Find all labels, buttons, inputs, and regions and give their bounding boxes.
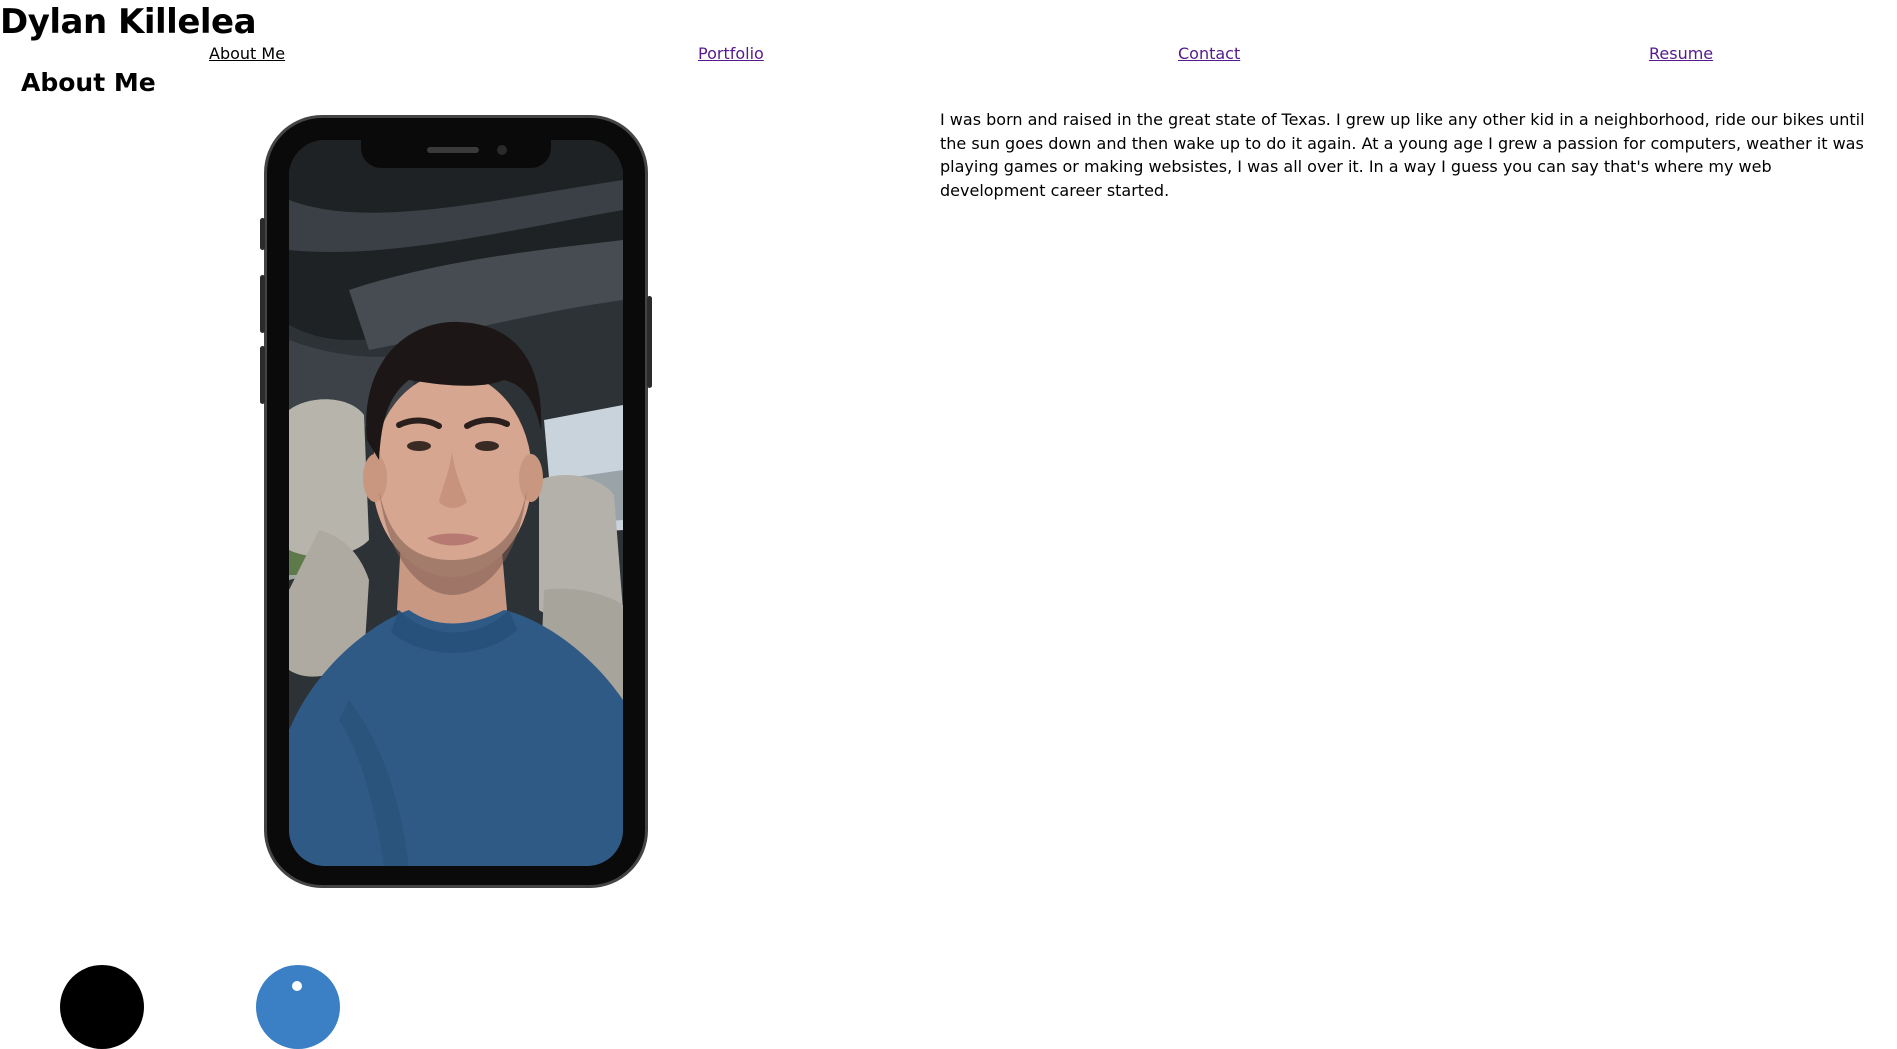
phone-speaker	[427, 147, 479, 153]
about-me-heading: About Me	[21, 68, 156, 97]
phone-volume-down	[260, 346, 265, 404]
site-title: Dylan Killelea	[0, 2, 257, 42]
profile-photo-phone-mockup	[260, 115, 652, 888]
nav-link-resume[interactable]: Resume	[1649, 42, 1713, 66]
nav-link-contact[interactable]: Contact	[1178, 42, 1240, 66]
phone-camera	[497, 145, 507, 155]
selfie-illustration	[289, 140, 623, 866]
phone-notch	[361, 140, 551, 168]
nav-link-about-me[interactable]: About Me	[209, 42, 285, 66]
github-icon[interactable]	[60, 965, 144, 1049]
profile-photo	[289, 140, 623, 866]
phone-volume-up	[260, 275, 265, 333]
main-nav: About Me Portfolio Contact Resume	[0, 42, 1897, 68]
linkedin-icon[interactable]	[256, 965, 340, 1049]
phone-power-button	[647, 296, 652, 388]
nav-link-portfolio[interactable]: Portfolio	[698, 42, 764, 66]
phone-mute-switch	[260, 218, 265, 250]
linkedin-dot	[292, 981, 302, 991]
about-me-bio: I was born and raised in the great state…	[940, 110, 1865, 200]
